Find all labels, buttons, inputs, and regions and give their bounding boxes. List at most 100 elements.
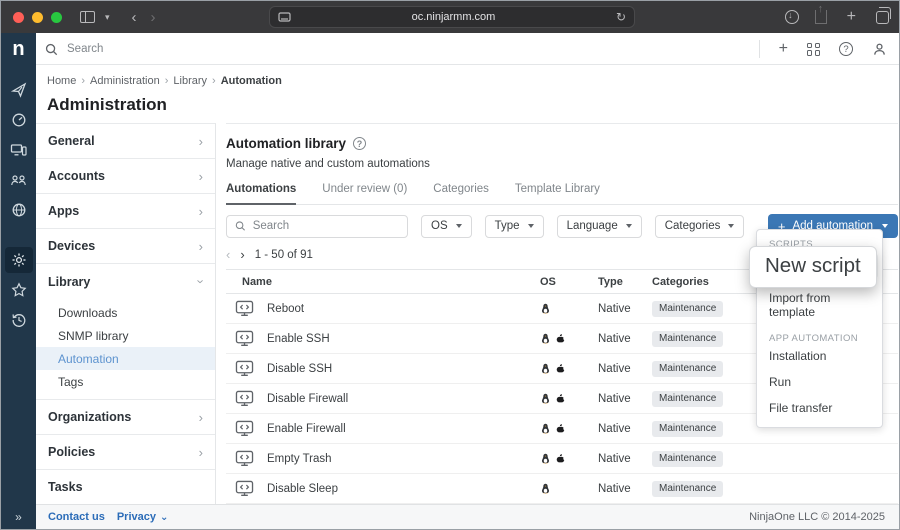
script-automation-icon [235, 360, 254, 377]
menu-item-run[interactable]: Run [757, 369, 882, 395]
automation-name[interactable]: Enable SSH [267, 333, 330, 345]
category-badge: Maintenance [652, 391, 723, 407]
categories-filter-dropdown[interactable]: Categories [655, 215, 745, 238]
table-row[interactable]: Empty TrashNativeMaintenance [226, 444, 898, 474]
favorites-icon[interactable] [5, 277, 33, 303]
type-filter-dropdown[interactable]: Type [485, 215, 544, 238]
sidebar-item-general[interactable]: General [36, 124, 215, 159]
menu-item-import-from-template[interactable]: Import from template [757, 285, 882, 325]
help-icon[interactable]: ? [839, 42, 853, 56]
forward-button[interactable]: › [147, 8, 160, 27]
breadcrumb-home[interactable]: Home [47, 75, 76, 87]
sidebar-item-accounts[interactable]: Accounts [36, 159, 215, 194]
column-header-name[interactable]: Name [226, 276, 540, 288]
sidebar-item-policies[interactable]: Policies [36, 435, 215, 470]
os-cell [540, 392, 598, 405]
automation-name[interactable]: Disable Sleep [267, 483, 338, 495]
tab-categories[interactable]: Categories [433, 183, 489, 204]
apps-grid-icon[interactable] [807, 43, 820, 56]
breadcrumb-administration[interactable]: Administration [90, 75, 160, 87]
contact-us-link[interactable]: Contact us [48, 511, 105, 523]
back-button[interactable]: ‹ [128, 8, 141, 27]
tab-automations[interactable]: Automations [226, 183, 296, 205]
previous-page-icon[interactable]: ‹ [226, 247, 230, 262]
column-header-os[interactable]: OS [540, 276, 598, 288]
linux-os-icon [540, 422, 551, 435]
next-page-icon[interactable]: › [240, 247, 244, 262]
sidebar-item-apps[interactable]: Apps [36, 194, 215, 229]
tab-template-library[interactable]: Template Library [515, 183, 600, 204]
getting-started-icon[interactable] [5, 77, 33, 103]
breadcrumb-library[interactable]: Library [173, 75, 207, 87]
sidebar-item-snmp-library[interactable]: SNMP library [36, 324, 215, 347]
table-row[interactable]: Disable SleepNativeMaintenance [226, 474, 898, 504]
minimize-window-button[interactable] [32, 12, 43, 23]
recent-history-icon[interactable] [5, 307, 33, 333]
table-search[interactable] [226, 215, 408, 238]
sidebar-item-devices[interactable]: Devices [36, 229, 215, 264]
category-badge: Maintenance [652, 301, 723, 317]
dropdown-label: Language [567, 220, 618, 232]
chevron-down-icon[interactable]: ▾ [101, 11, 114, 24]
sidebar-toggle-icon[interactable] [80, 11, 95, 23]
automation-name[interactable]: Empty Trash [267, 453, 332, 465]
header-divider [759, 40, 760, 58]
administration-icon[interactable] [5, 247, 33, 273]
menu-item-file-transfer[interactable]: File transfer [757, 395, 882, 421]
privacy-link[interactable]: Privacy⌄ [117, 511, 169, 523]
script-automation-icon [235, 480, 254, 497]
automation-name[interactable]: Reboot [267, 303, 304, 315]
sidebar-item-organizations[interactable]: Organizations [36, 400, 215, 435]
automation-name[interactable]: Disable Firewall [267, 393, 348, 405]
new-script-callout[interactable]: New script [749, 246, 877, 288]
dashboard-icon[interactable] [5, 107, 33, 133]
language-filter-dropdown[interactable]: Language [557, 215, 642, 238]
remote-tools-icon[interactable] [5, 197, 33, 223]
quick-add-icon[interactable]: + [779, 40, 788, 58]
sidebar-item-tags[interactable]: Tags [36, 370, 215, 393]
os-filter-dropdown[interactable]: OS [421, 215, 472, 238]
tab-overview-icon[interactable] [876, 11, 889, 24]
address-bar[interactable]: oc.ninjarmm.com ↻ [269, 6, 635, 28]
os-cell [540, 422, 598, 435]
section-subtitle: Manage native and custom automations [226, 158, 898, 170]
menu-item-installation[interactable]: Installation [757, 347, 882, 369]
reload-icon[interactable]: ↻ [616, 10, 626, 24]
share-icon[interactable] [815, 10, 827, 24]
automation-name[interactable]: Enable Firewall [267, 423, 346, 435]
automation-name[interactable]: Disable SSH [267, 363, 332, 375]
chevron-down-icon: ⌄ [160, 512, 168, 523]
chevron-right-icon [199, 410, 203, 425]
category-badge: Maintenance [652, 361, 723, 377]
downloads-icon[interactable] [785, 10, 799, 24]
global-search[interactable]: Search [45, 33, 103, 65]
apple-os-icon [555, 362, 566, 375]
linux-os-icon [540, 362, 551, 375]
expand-rail-icon[interactable]: » [1, 504, 36, 529]
user-account-icon[interactable] [872, 42, 887, 57]
network-icon[interactable] [5, 167, 33, 193]
dropdown-label: Type [495, 220, 520, 232]
sidebar-item-label: Library [48, 275, 90, 289]
type-cell: Native [598, 453, 652, 465]
url-text: oc.ninjarmm.com [291, 11, 616, 23]
close-window-button[interactable] [13, 12, 24, 23]
table-search-input[interactable] [253, 220, 399, 232]
search-icon [235, 220, 246, 232]
sidebar-item-downloads[interactable]: Downloads [36, 301, 215, 324]
tab-under-review[interactable]: Under review (0) [322, 183, 407, 204]
section-help-icon[interactable]: ? [353, 137, 366, 150]
sidebar-item-tasks[interactable]: Tasks [36, 470, 215, 504]
ninjaone-logo[interactable]: n [1, 33, 36, 65]
new-tab-icon[interactable]: + [843, 7, 860, 27]
maximize-window-button[interactable] [51, 12, 62, 23]
apple-os-icon [555, 392, 566, 405]
column-header-type[interactable]: Type [598, 276, 652, 288]
sidebar-item-library[interactable]: Library [36, 264, 215, 299]
sidebar-item-label: Organizations [48, 410, 131, 424]
linux-os-icon [540, 332, 551, 345]
search-icon [45, 43, 58, 56]
library-submenu: Downloads SNMP library Automation Tags [36, 299, 215, 400]
sidebar-item-automation[interactable]: Automation [36, 347, 215, 370]
devices-icon[interactable] [5, 137, 33, 163]
